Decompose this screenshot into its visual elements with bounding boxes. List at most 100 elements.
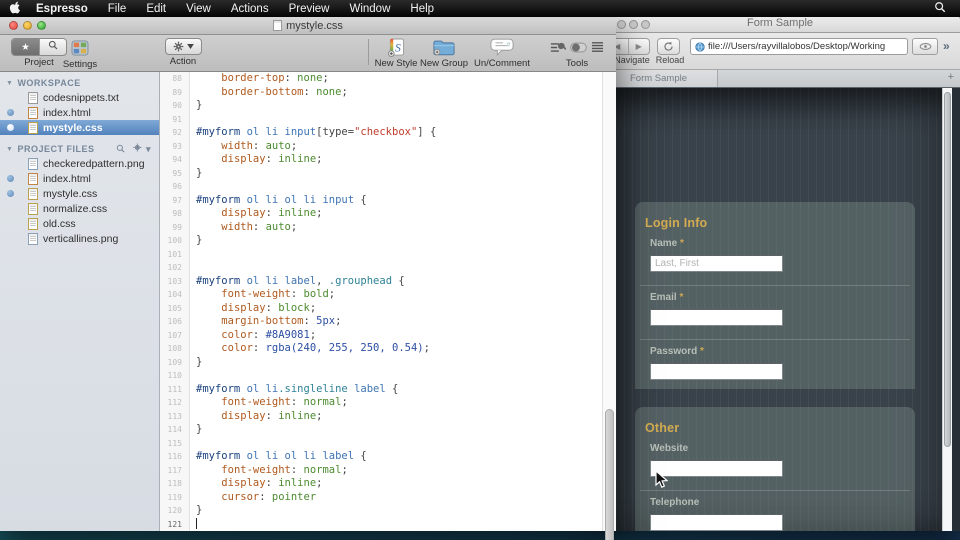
settings-button[interactable]: Settings — [56, 38, 104, 70]
file-icon — [28, 121, 38, 134]
sidebar-item-codesnippets-txt[interactable]: codesnippets.txt — [0, 90, 159, 105]
line-number: 108 — [167, 344, 182, 353]
menu-item-window[interactable]: Window — [339, 3, 400, 15]
code-line[interactable]: } — [196, 504, 602, 518]
gear-menu-icon[interactable]: ▾ — [133, 143, 151, 155]
code-editor[interactable]: 88 89 90 91 92 93 94 95 96 97 98 99 100 101 102 103 104 1… — [160, 72, 616, 540]
code-line[interactable]: display: inline; — [196, 153, 602, 167]
new-group-button[interactable]: New Group — [418, 37, 470, 69]
toggle-icon — [570, 42, 587, 52]
menu-item-file[interactable]: File — [98, 3, 137, 15]
code-line[interactable]: display: inline; — [196, 477, 602, 491]
action-button[interactable]: Action — [155, 38, 211, 67]
code-line[interactable]: width: auto; — [196, 140, 602, 154]
editor-scrollbar[interactable] — [602, 72, 616, 540]
file-icon — [28, 217, 38, 230]
tools-group[interactable]: Tools — [545, 37, 609, 69]
new-style-icon: S — [387, 38, 404, 57]
code-line[interactable]: color: #8A9081; — [196, 329, 602, 343]
code-line[interactable]: cursor: pointer — [196, 491, 602, 505]
spotlight-icon[interactable] — [920, 1, 960, 16]
required-asterisk: * — [680, 238, 684, 249]
code-line[interactable] — [196, 261, 602, 275]
code-line[interactable] — [196, 437, 602, 451]
file-name: mystyle.css — [43, 121, 103, 134]
code-line[interactable] — [196, 180, 602, 194]
uncomment-button[interactable]: # Un/Comment — [470, 37, 534, 69]
preview-eye-button[interactable] — [912, 38, 938, 55]
sidebar-item-mystyle-css[interactable]: mystyle.css — [0, 186, 159, 201]
line-number: 99 — [172, 222, 182, 232]
code-line[interactable]: #myform ol li label, .grouphead { — [196, 275, 602, 289]
forward-icon[interactable]: ▶ — [629, 39, 650, 54]
sidebar: ▼ WORKSPACE codesnippets.txt index.html myst… — [0, 72, 160, 531]
line-number: 101 — [167, 249, 182, 259]
code-line[interactable]: } — [196, 423, 602, 437]
sidebar-section-header[interactable]: ▼ PROJECT FILES ▾ — [0, 142, 159, 156]
code-line[interactable]: display: block; — [196, 302, 602, 316]
code-line[interactable]: #myform ol li ol li label { — [196, 450, 602, 464]
search-icon[interactable] — [116, 144, 125, 155]
code-line[interactable]: #myform ol li ol li input { — [196, 194, 602, 208]
code-line[interactable]: font-weight: normal; — [196, 396, 602, 410]
code-line[interactable]: #myform ol li input[type="checkbox"] { — [196, 126, 602, 140]
apple-menu-icon[interactable] — [0, 1, 30, 17]
menu-item-espresso[interactable]: Espresso — [30, 3, 98, 15]
browser-scrollbar-thumb[interactable] — [944, 92, 951, 447]
sidebar-item-old-css[interactable]: old.css — [0, 216, 159, 231]
code-line[interactable]: } — [196, 356, 602, 370]
code-area[interactable]: border-top: none; border-bottom: none;} #… — [196, 72, 602, 531]
code-line[interactable]: font-weight: bold; — [196, 288, 602, 302]
editor-scrollbar-thumb[interactable] — [605, 409, 614, 540]
required-asterisk: * — [700, 346, 704, 357]
sidebar-item-normalize-css[interactable]: normalize.css — [0, 201, 159, 216]
code-line[interactable]: } — [196, 99, 602, 113]
line-number: 90 — [172, 101, 182, 110]
tab-form-sample[interactable]: Form Sample — [600, 70, 718, 87]
chevron-down-icon — [186, 44, 194, 49]
code-line[interactable] — [196, 517, 602, 532]
new-style-button[interactable]: S New Style — [372, 37, 420, 69]
sidebar-item-mystyle-css[interactable]: mystyle.css — [0, 120, 159, 135]
browser-scrollbar[interactable] — [942, 88, 952, 531]
code-line[interactable]: font-weight: normal; — [196, 464, 602, 478]
new-tab-button[interactable]: + — [948, 71, 954, 83]
code-line[interactable]: } — [196, 167, 602, 181]
code-line[interactable] — [196, 113, 602, 127]
code-line[interactable] — [196, 369, 602, 383]
disclosure-triangle-icon[interactable]: ▼ — [6, 146, 13, 153]
password-input[interactable] — [650, 363, 783, 380]
espresso-title-bar[interactable]: mystyle.css — [0, 17, 616, 35]
code-line[interactable]: width: auto; — [196, 221, 602, 235]
reload-button[interactable] — [657, 38, 680, 55]
menu-item-view[interactable]: View — [176, 3, 221, 15]
url-field[interactable]: file:///Users/rayvillalobos/Desktop/Work… — [690, 38, 908, 55]
star-icon[interactable]: ★ — [12, 39, 39, 55]
sidebar-section-header[interactable]: ▼ WORKSPACE — [0, 76, 159, 90]
code-line[interactable]: } — [196, 234, 602, 248]
mouse-cursor — [655, 469, 669, 494]
code-line[interactable] — [196, 248, 602, 262]
telephone-input[interactable] — [650, 514, 783, 531]
code-line[interactable]: #myform ol li.singleline label { — [196, 383, 602, 397]
code-line[interactable]: display: inline; — [196, 207, 602, 221]
field-label: Email * — [650, 292, 684, 303]
code-line[interactable]: color: rgba(240, 255, 250, 0.54); — [196, 342, 602, 356]
menu-item-actions[interactable]: Actions — [221, 3, 279, 15]
sidebar-item-index-html[interactable]: index.html — [0, 171, 159, 186]
sidebar-item-verticallines-png[interactable]: verticallines.png — [0, 231, 159, 246]
sidebar-item-index-html[interactable]: index.html — [0, 105, 159, 120]
menu-item-help[interactable]: Help — [400, 3, 444, 15]
sidebar-item-checkeredpattern-png[interactable]: checkeredpattern.png — [0, 156, 159, 171]
code-line[interactable]: margin-bottom: 5px; — [196, 315, 602, 329]
toolbar-overflow-chevron[interactable]: » — [943, 39, 950, 53]
email-input[interactable] — [650, 309, 783, 326]
menu-item-edit[interactable]: Edit — [136, 3, 176, 15]
disclosure-triangle-icon[interactable]: ▼ — [6, 80, 13, 87]
code-line[interactable]: display: inline; — [196, 410, 602, 424]
menu-item-preview[interactable]: Preview — [279, 3, 340, 15]
code-line[interactable]: border-bottom: none; — [196, 86, 602, 100]
name-input[interactable] — [650, 255, 783, 272]
website-input[interactable] — [650, 460, 783, 477]
code-line[interactable]: border-top: none; — [196, 72, 602, 86]
